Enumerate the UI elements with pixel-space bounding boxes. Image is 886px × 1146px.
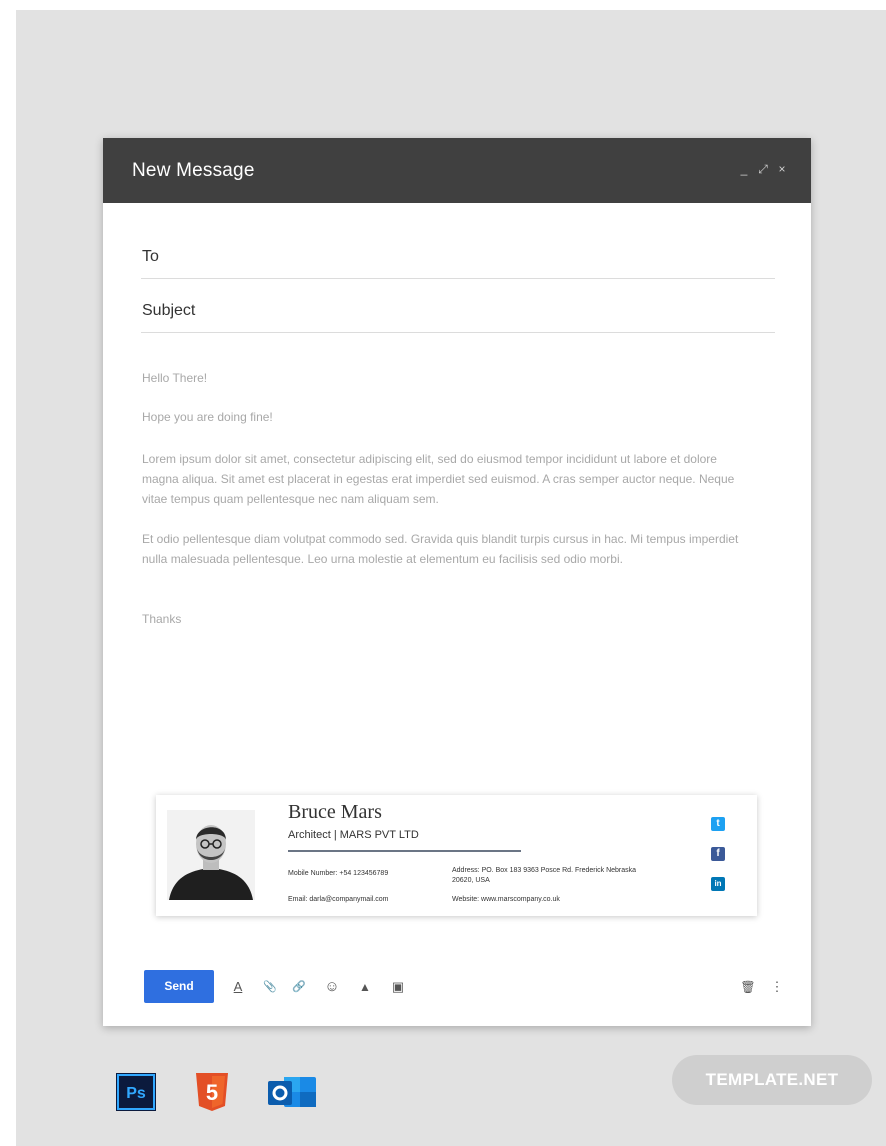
signature-email[interactable]: Email: darla@companymail.com — [288, 895, 438, 905]
signature-name: Bruce Mars — [288, 801, 382, 823]
to-label: To — [142, 248, 159, 265]
message-paragraph[interactable]: Lorem ipsum dolor sit amet, consectetur … — [142, 449, 752, 509]
format-text-icon[interactable]: A — [230, 979, 246, 995]
avatar — [167, 810, 255, 900]
signature-website[interactable]: Website: www.marscompany.co.uk — [452, 895, 642, 905]
link-icon[interactable]: 🔗 — [291, 979, 307, 995]
subject-field[interactable]: Subject — [141, 302, 775, 333]
close-icon[interactable]: × — [777, 162, 787, 177]
email-signature-card: Bruce Mars Architect | MARS PVT LTD Mobi… — [156, 795, 757, 916]
template-net-watermark: TEMPLATE.NET — [672, 1055, 872, 1105]
signature-mobile: Mobile Number: +54 123456789 — [288, 870, 389, 877]
window-controls: _ ⤢ × — [739, 162, 787, 177]
photoshop-icon: Ps — [116, 1073, 156, 1111]
compose-titlebar: New Message _ ⤢ × — [103, 138, 811, 203]
outlook-icon — [266, 1073, 318, 1111]
subject-label: Subject — [142, 302, 196, 319]
html5-icon: 5 — [193, 1073, 231, 1111]
more-options-icon[interactable]: ⋮ — [769, 979, 785, 995]
photoshop-label: Ps — [126, 1085, 146, 1102]
compose-title: New Message — [132, 160, 255, 181]
signature-address: Address: PO. Box 183 9363 Posce Rd. Fred… — [452, 867, 637, 884]
linkedin-icon[interactable]: in — [711, 877, 725, 891]
message-paragraph[interactable]: Et odio pellentesque diam volutpat commo… — [142, 529, 752, 569]
signature-divider — [288, 850, 521, 852]
send-button[interactable]: Send — [144, 970, 214, 1003]
attach-icon[interactable]: 📎 — [262, 979, 278, 995]
signature-role: Architect | MARS PVT LTD — [288, 829, 419, 841]
message-signoff[interactable]: Thanks — [142, 609, 752, 629]
photo-icon[interactable]: ▣ — [390, 979, 406, 995]
html5-label: 5 — [206, 1080, 218, 1105]
to-field[interactable]: To — [141, 248, 775, 279]
emoji-icon[interactable]: ☺ — [324, 979, 340, 995]
twitter-icon[interactable]: t — [711, 817, 725, 831]
drive-icon[interactable]: ▲ — [357, 979, 373, 995]
minimize-icon[interactable]: _ — [739, 162, 749, 177]
trash-icon[interactable]: 🗑 — [740, 979, 756, 995]
message-greeting[interactable]: Hello There! — [142, 368, 752, 388]
expand-icon[interactable]: ⤢ — [758, 162, 768, 177]
compose-window: New Message _ ⤢ × To Subject Hello There… — [103, 138, 811, 1026]
facebook-icon[interactable]: f — [711, 847, 725, 861]
message-line[interactable]: Hope you are doing fine! — [142, 407, 752, 427]
